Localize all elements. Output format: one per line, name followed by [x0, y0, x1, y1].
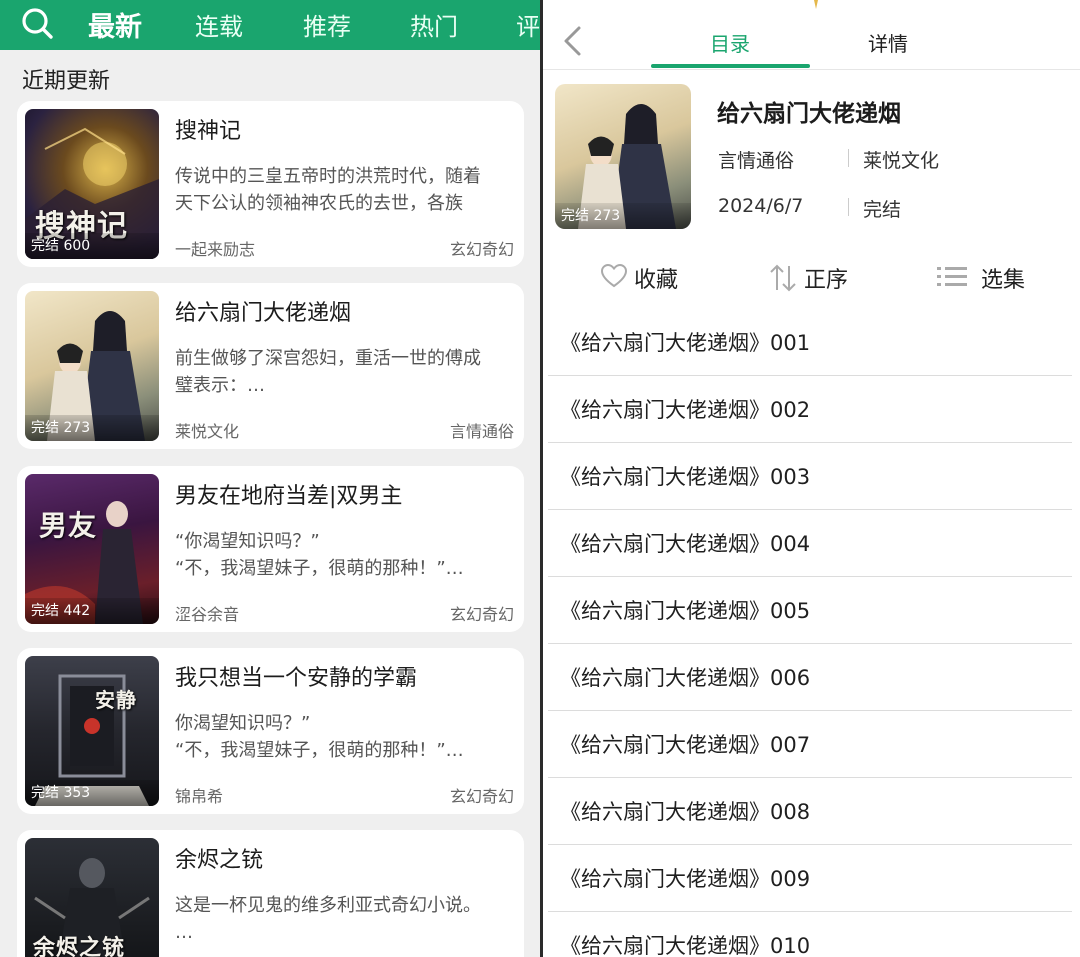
sort-icon: [770, 264, 796, 292]
active-tab-indicator: [651, 64, 810, 68]
book-description: 这是一杯见鬼的维多利亚式奇幻小说。 …: [175, 892, 510, 946]
cover-status-tag: 完结 353: [25, 780, 159, 806]
book-card[interactable]: 完结 273 给六扇门大佬递烟 前生做够了深宫怨妇，重活一世的傅成 璧表示：… …: [17, 283, 524, 449]
book-title: 我只想当一个安静的学霸: [175, 666, 418, 691]
tab-more[interactable]: 评: [516, 7, 540, 42]
description-line: 前生做够了深宫怨妇，重活一世的傅成: [175, 348, 481, 369]
favorite-button[interactable]: 收藏: [600, 260, 690, 294]
book-title: 男友在地府当差|双男主: [175, 484, 403, 509]
book-description: 你渴望知识吗？” “不，我渴望妹子，很萌的那种！”…: [175, 710, 510, 764]
book-description: 传说中的三皇五帝时的洪荒时代，随着 天下公认的领袖神农氏的去世，各族: [175, 163, 510, 217]
description-line: “不，我渴望妹子，很萌的那种！”…: [175, 740, 464, 761]
cover-status-tag: 完结 273: [555, 203, 691, 229]
book-detail-panel: 目录 详情 完结 273 给六扇门大佬递烟 言情通俗 莱悦文化 2024/6/7…: [543, 0, 1080, 957]
detail-category: 言情通俗: [718, 150, 795, 172]
heart-icon: [600, 263, 628, 288]
cover-status-tag: 完结 442: [25, 598, 159, 624]
chapter-item[interactable]: 《给六扇门大佬递烟》008: [548, 778, 1072, 845]
chapter-title: 《给六扇门大佬递烟》001: [560, 331, 811, 355]
chapter-title: 《给六扇门大佬递烟》003: [560, 465, 811, 489]
chapter-title: 《给六扇门大佬递烟》004: [560, 532, 811, 556]
decoration-mark: [814, 0, 818, 9]
description-line: …: [175, 922, 193, 943]
detail-status: 完结: [863, 199, 902, 221]
book-card[interactable]: 余烬之铳 余烬之铳 这是一杯见鬼的维多利亚式奇幻小说。 …: [17, 830, 524, 957]
book-author: 锦帛希: [175, 787, 224, 806]
book-title: 给六扇门大佬递烟: [175, 301, 352, 326]
book-title: 搜神记: [175, 119, 242, 144]
tab-details[interactable]: 详情: [868, 28, 908, 57]
book-title: 余烬之铳: [175, 848, 264, 873]
chapter-title: 《给六扇门大佬递烟》002: [560, 398, 811, 422]
cover-title: 余烬之铳: [33, 935, 126, 957]
chapter-title: 《给六扇门大佬递烟》009: [560, 867, 811, 891]
chapter-item[interactable]: 《给六扇门大佬递烟》010: [548, 912, 1072, 957]
detail-book-cover: 完结 273: [555, 84, 691, 229]
info-separator: [848, 198, 849, 216]
tab-catalog[interactable]: 目录: [710, 28, 750, 57]
book-list-panel: 最新 连载 推荐 热门 评 近期更新 搜神记 完结 600 搜神记 传说中的三皇…: [0, 0, 540, 957]
book-description: “你渴望知识吗？” “不，我渴望妹子，很萌的那种！”…: [175, 528, 510, 582]
book-author: 一起来励志: [175, 240, 256, 259]
detail-publisher: 莱悦文化: [863, 150, 940, 172]
description-line: “不，我渴望妹子，很萌的那种！”…: [175, 558, 464, 579]
book-genre: 玄幻奇幻: [449, 605, 514, 624]
cover-title: 男友: [39, 509, 98, 542]
chapter-item[interactable]: 《给六扇门大佬递烟》009: [548, 845, 1072, 912]
description-line: 传说中的三皇五帝时的洪荒时代，随着: [175, 166, 481, 187]
chapter-title: 《给六扇门大佬递烟》007: [560, 733, 811, 757]
top-nav-bar: 最新 连载 推荐 热门 评: [0, 0, 540, 50]
tab-serializing[interactable]: 连载: [195, 7, 243, 42]
cover-status-tag: 完结 273: [25, 415, 159, 441]
book-genre: 言情通俗: [449, 422, 514, 441]
sort-order-button[interactable]: 正序: [768, 260, 863, 294]
chapter-item[interactable]: 《给六扇门大佬递烟》004: [548, 510, 1072, 577]
search-icon[interactable]: [20, 6, 54, 40]
description-line: 这是一杯见鬼的维多利亚式奇幻小说。: [175, 895, 481, 916]
book-genre: 玄幻奇幻: [449, 240, 514, 259]
list-icon: [937, 267, 967, 286]
chapter-item[interactable]: 《给六扇门大佬递烟》003: [548, 443, 1072, 510]
chapter-item[interactable]: 《给六扇门大佬递烟》002: [548, 376, 1072, 443]
chapter-title: 《给六扇门大佬递烟》006: [560, 666, 811, 690]
favorite-label: 收藏: [634, 268, 679, 293]
tab-hot[interactable]: 热门: [410, 7, 458, 42]
sort-order-label: 正序: [804, 268, 849, 293]
chapter-item[interactable]: 《给六扇门大佬递烟》005: [548, 577, 1072, 644]
book-card[interactable]: 男友 完结 442 男友在地府当差|双男主 “你渴望知识吗？” “不，我渴望妹子…: [17, 466, 524, 632]
cover-title: 安静: [95, 688, 137, 712]
description-line: 璧表示：…: [175, 375, 265, 396]
tab-divider: [543, 69, 1080, 70]
book-cover: 余烬之铳: [25, 838, 159, 957]
book-description: 前生做够了深宫怨妇，重活一世的傅成 璧表示：…: [175, 345, 510, 399]
select-episode-label: 选集: [981, 268, 1026, 293]
chapter-item[interactable]: 《给六扇门大佬递烟》007: [548, 711, 1072, 778]
book-genre: 玄幻奇幻: [449, 787, 514, 806]
detail-date: 2024/6/7: [718, 195, 804, 217]
description-line: 你渴望知识吗？”: [175, 713, 311, 734]
book-author: 涩谷余音: [175, 605, 240, 624]
book-card[interactable]: 安静 完结 353 我只想当一个安静的学霸 你渴望知识吗？” “不，我渴望妹子，…: [17, 648, 524, 814]
info-separator: [848, 149, 849, 167]
book-cover: 安静 完结 353: [25, 656, 159, 806]
chapter-title: 《给六扇门大佬递烟》010: [560, 934, 811, 957]
tab-latest[interactable]: 最新: [88, 5, 142, 44]
book-author: 莱悦文化: [175, 422, 240, 441]
description-line: “你渴望知识吗？”: [175, 531, 320, 552]
book-cover: 完结 273: [25, 291, 159, 441]
chapter-item[interactable]: 《给六扇门大佬递烟》001: [548, 309, 1072, 376]
cover-status-tag: 完结 600: [25, 233, 159, 259]
description-line: 天下公认的领袖神农氏的去世，各族: [175, 193, 463, 214]
chapter-title: 《给六扇门大佬递烟》008: [560, 800, 811, 824]
detail-book-title: 给六扇门大佬递烟: [717, 101, 901, 127]
book-cover: 男友 完结 442: [25, 474, 159, 624]
section-title: 近期更新: [22, 69, 111, 94]
select-episode-button[interactable]: 选集: [936, 260, 1036, 294]
chapter-title: 《给六扇门大佬递烟》005: [560, 599, 811, 623]
tab-recommended[interactable]: 推荐: [303, 7, 351, 42]
book-cover: 搜神记 完结 600: [25, 109, 159, 259]
book-card[interactable]: 搜神记 完结 600 搜神记 传说中的三皇五帝时的洪荒时代，随着 天下公认的领袖…: [17, 101, 524, 267]
chapter-item[interactable]: 《给六扇门大佬递烟》006: [548, 644, 1072, 711]
back-arrow-icon[interactable]: [561, 24, 583, 58]
